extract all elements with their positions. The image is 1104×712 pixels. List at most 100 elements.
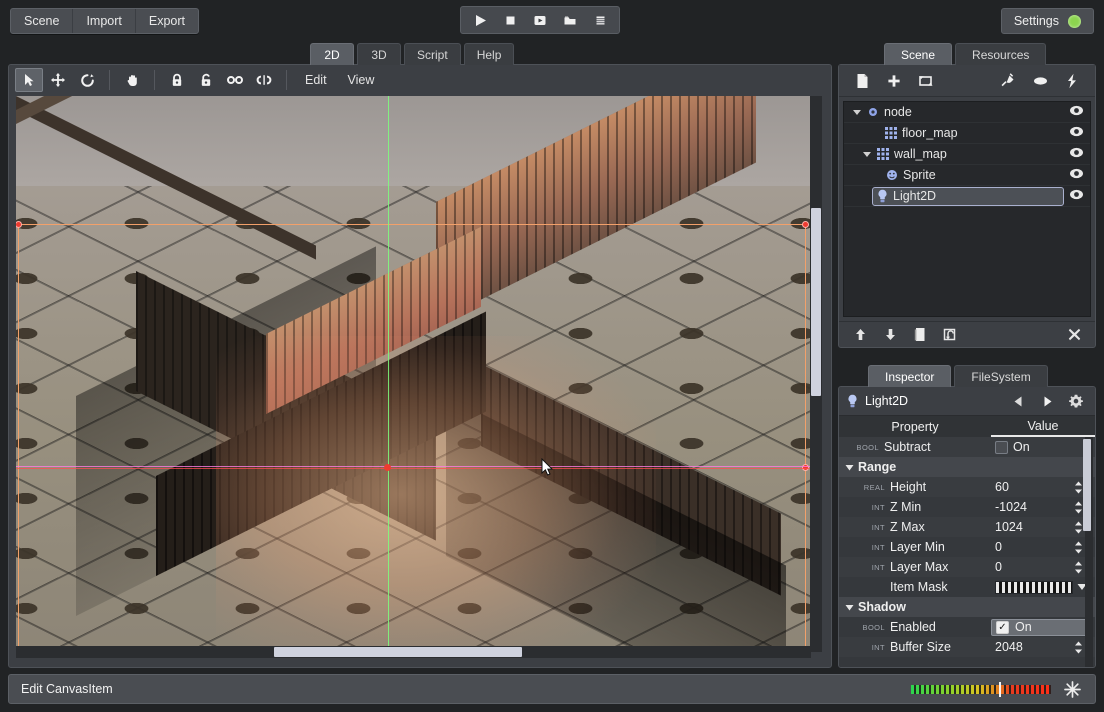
visibility-eye-icon[interactable] [1069, 189, 1084, 200]
play-custom-scene-icon[interactable] [556, 9, 584, 31]
tab-filesystem[interactable]: FileSystem [954, 365, 1048, 387]
menu-export[interactable]: Export [136, 9, 198, 33]
tree-item-floor-map[interactable]: floor_map [844, 123, 1090, 144]
duplicate-icon[interactable] [907, 325, 933, 345]
buffer-size-value[interactable]: 2048 [995, 640, 1069, 654]
ungroup-icon[interactable] [250, 68, 278, 92]
lightning-icon[interactable] [1057, 69, 1087, 93]
viewport-horizontal-scrollbar[interactable] [16, 646, 811, 658]
height-value[interactable]: 60 [995, 480, 1069, 494]
property-value[interactable]: 60 [995, 480, 1095, 494]
layer-min-value[interactable]: 0 [995, 540, 1069, 554]
canvas-viewport[interactable] [16, 96, 811, 652]
move-up-icon[interactable] [847, 325, 873, 345]
tree-item-wall-map[interactable]: wall_map [844, 144, 1090, 165]
group-icon[interactable] [221, 68, 249, 92]
property-value[interactable]: 0 [995, 560, 1095, 574]
script-icon[interactable] [1025, 69, 1055, 93]
tab-scene[interactable]: Scene [884, 43, 953, 65]
tab-help[interactable]: Help [463, 43, 515, 65]
property-row-z-max[interactable]: INT Z Max 1024 [839, 517, 1095, 537]
viewport-vertical-scrollbar[interactable] [810, 96, 822, 652]
property-value[interactable]: On [995, 440, 1095, 454]
lock-icon[interactable] [163, 68, 191, 92]
stop-icon[interactable] [496, 9, 524, 31]
gear-icon[interactable] [1065, 391, 1087, 411]
rotate-icon[interactable] [73, 68, 101, 92]
expand-triangle-icon[interactable] [852, 107, 862, 117]
property-row-height[interactable]: REAL Height 60 [839, 477, 1095, 497]
pan-hand-icon[interactable] [118, 68, 146, 92]
spinner-icon[interactable] [1074, 501, 1083, 514]
pause-icon[interactable] [586, 9, 614, 31]
menu-scene[interactable]: Scene [11, 9, 74, 33]
tab-script[interactable]: Script [404, 43, 461, 65]
tab-resources[interactable]: Resources [955, 43, 1047, 65]
play-scene-icon[interactable] [526, 9, 554, 31]
back-arrow-icon[interactable] [1007, 391, 1029, 411]
property-row-shadow-enabled[interactable]: BOOL Enabled ✓ On [839, 617, 1095, 637]
subtract-checkbox[interactable] [995, 440, 1008, 454]
tree-item-node[interactable]: node [844, 102, 1090, 123]
forward-arrow-icon[interactable] [1036, 391, 1058, 411]
shadow-enabled-toggle[interactable]: ✓ On [991, 618, 1091, 636]
spinner-icon[interactable] [1074, 541, 1083, 554]
property-row-layer-min[interactable]: INT Layer Min 0 [839, 537, 1095, 557]
property-section-shadow[interactable]: Shadow [839, 597, 1095, 617]
new-scene-icon[interactable] [847, 69, 877, 93]
property-row-buffer-size[interactable]: INT Buffer Size 2048 [839, 637, 1095, 657]
tab-inspector[interactable]: Inspector [868, 365, 952, 387]
tree-item-sprite[interactable]: Sprite [844, 165, 1090, 186]
reparent-icon[interactable] [937, 325, 963, 345]
tab-3d[interactable]: 3D [357, 43, 401, 65]
property-section-range[interactable]: Range [839, 457, 1095, 477]
inspector-scroll-thumb[interactable] [1083, 439, 1091, 531]
unlock-icon[interactable] [192, 68, 220, 92]
property-row-layer-max[interactable]: INT Layer Max 0 [839, 557, 1095, 577]
property-value[interactable]: ✓ On [991, 618, 1095, 636]
tree-item-light2d[interactable]: Light2D [844, 186, 1090, 207]
tab-2d[interactable]: 2D [310, 43, 354, 65]
layer-max-value[interactable]: 0 [995, 560, 1069, 574]
property-list[interactable]: BOOL Subtract On Range REAL Height 60 IN… [839, 437, 1095, 667]
settings-button[interactable]: Settings [1000, 8, 1094, 34]
instance-scene-icon[interactable] [911, 69, 941, 93]
connect-signal-icon[interactable] [993, 69, 1023, 93]
viewport-hscroll-thumb[interactable] [274, 647, 522, 657]
property-value[interactable]: 0 [995, 540, 1095, 554]
chevron-down-icon[interactable] [845, 603, 854, 612]
property-row-item-mask[interactable]: Item Mask [839, 577, 1095, 597]
item-mask-bits[interactable] [995, 580, 1073, 594]
property-value[interactable]: 2048 [995, 640, 1095, 654]
canvas-edit-menu[interactable]: Edit [295, 68, 337, 92]
canvas-view-menu[interactable]: View [338, 68, 385, 92]
inspector-scrollbar[interactable] [1083, 437, 1093, 667]
spinner-icon[interactable] [1074, 641, 1083, 654]
visibility-eye-icon[interactable] [1069, 105, 1084, 116]
play-icon[interactable] [466, 9, 494, 31]
scene-tree[interactable]: node floor_map wall_map Sprite Light2D [843, 101, 1091, 317]
menu-import[interactable]: Import [73, 9, 136, 33]
property-value[interactable]: 1024 [995, 520, 1095, 534]
property-value[interactable] [995, 580, 1095, 594]
chevron-down-icon[interactable] [845, 463, 854, 472]
move-down-icon[interactable] [877, 325, 903, 345]
z-max-value[interactable]: 1024 [995, 520, 1069, 534]
visibility-eye-icon[interactable] [1069, 168, 1084, 179]
expand-triangle-icon[interactable] [862, 149, 872, 159]
move-icon[interactable] [44, 68, 72, 92]
spinner-icon[interactable] [1074, 561, 1083, 574]
property-value[interactable]: -1024 [995, 500, 1095, 514]
select-arrow-icon[interactable] [15, 68, 43, 92]
visibility-eye-icon[interactable] [1069, 147, 1084, 158]
viewport-vscroll-thumb[interactable] [811, 208, 821, 396]
spinner-icon[interactable] [1074, 481, 1083, 494]
close-icon[interactable] [1061, 325, 1087, 345]
z-min-value[interactable]: -1024 [995, 500, 1069, 514]
snowflake-icon[interactable] [1061, 678, 1083, 700]
shadow-enabled-checkbox[interactable]: ✓ [996, 620, 1009, 634]
spinner-icon[interactable] [1074, 521, 1083, 534]
property-row-subtract[interactable]: BOOL Subtract On [839, 437, 1095, 457]
visibility-eye-icon[interactable] [1069, 126, 1084, 137]
property-row-z-min[interactable]: INT Z Min -1024 [839, 497, 1095, 517]
